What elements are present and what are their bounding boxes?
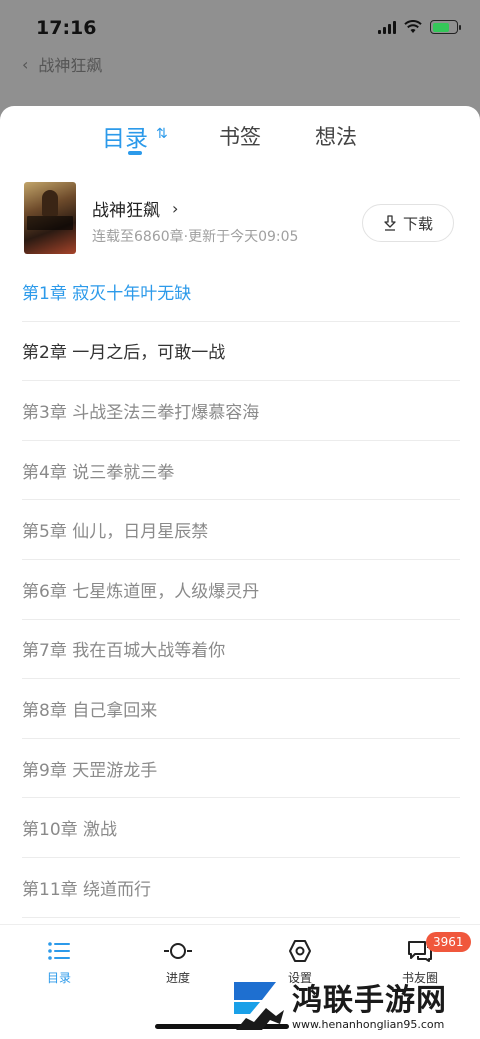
catalog-sheet: 目录 ⇅ 书签 想法 战神狂飙 › 连载至6860章·更新于今天09:05 下载… (0, 106, 480, 1039)
watermark-url: www.henanhonglian95.com (292, 1017, 445, 1031)
chapter-item[interactable]: 第4章 说三拳就三拳 (22, 441, 460, 501)
chapter-item[interactable]: 第6章 七星炼道匣，人级爆灵丹 (22, 560, 460, 620)
tab-bookmarks[interactable]: 书签 (219, 121, 261, 151)
tab-active-indicator (128, 151, 142, 155)
wifi-icon (404, 20, 422, 33)
status-time: 17:16 (36, 17, 97, 39)
chapter-item[interactable]: 第8章 自己拿回来 (22, 679, 460, 739)
battery-icon (430, 20, 461, 34)
toolbar-catalog-label: 目录 (46, 971, 71, 985)
chapter-item[interactable]: 第2章 一月之后，可敢一战 (22, 322, 460, 382)
chapter-item[interactable]: 第11章 绕道而行 (22, 858, 460, 918)
book-meta: 连载至6860章·更新于今天09:05 (92, 229, 299, 245)
notification-badge: 3961 (426, 932, 471, 952)
status-icons (378, 20, 461, 34)
chapter-item[interactable]: 第7章 我在百城大战等着你 (22, 620, 460, 680)
toolbar-progress-label: 进度 (165, 971, 190, 985)
download-icon (384, 215, 396, 231)
list-icon (48, 942, 70, 960)
settings-icon (289, 940, 311, 962)
watermark-logo-icon (234, 982, 284, 1030)
tab-ideas[interactable]: 想法 (315, 121, 357, 151)
toolbar-catalog[interactable]: 目录 (19, 939, 99, 986)
book-info[interactable]: 战神狂飙 › 连载至6860章·更新于今天09:05 下载 (24, 182, 460, 258)
download-button[interactable]: 下载 (362, 204, 454, 242)
background-nav: ‹ 战神狂飙 (22, 52, 102, 76)
watermark: 鸿联手游网 www.henanhonglian95.com (232, 978, 472, 1036)
chapter-item[interactable]: 第5章 仙儿，日月星辰禁 (22, 500, 460, 560)
sort-order-icon[interactable]: ⇅ (156, 126, 168, 142)
watermark-name: 鸿联手游网 (292, 982, 447, 1018)
chapter-item[interactable]: 第10章 激战 (22, 798, 460, 858)
chapter-item[interactable]: 第9章 天罡游龙手 (22, 739, 460, 799)
book-title: 战神狂飙 (92, 201, 160, 221)
tab-catalog[interactable]: 目录 (102, 119, 148, 153)
chapter-item[interactable]: 第1章 寂灭十年叶无缺 (22, 262, 460, 322)
status-bar: 17:16 (0, 0, 480, 56)
chapter-list: 第1章 寂灭十年叶无缺 第2章 一月之后，可敢一战 第3章 斗战圣法三拳打爆慕容… (22, 262, 460, 918)
progress-icon (164, 943, 192, 959)
background-title: 战神狂飙 (38, 56, 103, 75)
cellular-signal-icon (378, 20, 396, 34)
book-title-row[interactable]: 战神狂飙 › (92, 196, 178, 221)
download-label: 下载 (402, 214, 433, 233)
back-chevron-icon: ‹ (22, 54, 29, 74)
chevron-right-icon: › (172, 199, 179, 218)
toolbar-progress[interactable]: 进度 (138, 939, 218, 986)
chapter-item[interactable]: 第3章 斗战圣法三拳打爆慕容海 (22, 381, 460, 441)
tab-bar: 目录 ⇅ 书签 想法 (0, 106, 480, 172)
book-cover[interactable] (24, 182, 76, 254)
